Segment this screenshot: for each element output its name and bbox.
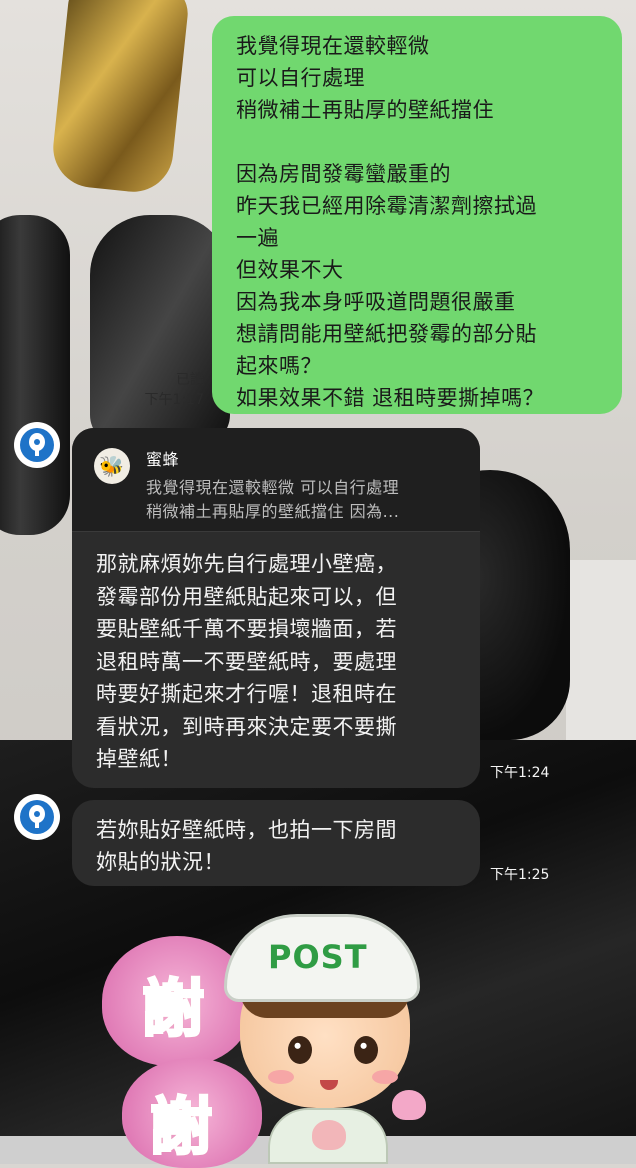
thank-you-sticker[interactable]: 謝 謝 POST [92,908,432,1168]
cartoon-eye [354,1036,378,1064]
gold-balloon-decoration [49,0,191,196]
incoming-reply-bubble[interactable]: 🐝 蜜蜂 我覺得現在還較輕微 可以自行處理 稍微補土再貼厚的壁紙擋住 因為...… [72,428,480,788]
message-text: 因為房間發霉蠻嚴重的 昨天我已經用除霉清潔劑擦拭過 一遍 但效果不大 因為我本身… [236,162,545,410]
quoted-sender-name: 蜜蜂 [146,450,180,469]
message-text: 若妳貼好壁紙時，也拍一下房間 妳貼的狀況！ [96,818,397,874]
incoming-message-bubble[interactable]: 若妳貼好壁紙時，也拍一下房間 妳貼的狀況！ [72,800,480,886]
read-status: 已讀 [176,372,204,388]
heart-hands-icon [312,1120,346,1150]
message-time: 下午1:17 [144,392,204,408]
outgoing-message-bubble[interactable]: 我覺得現在還較輕微 可以自行處理 稍微補土再貼厚的壁紙擋住 因為房間發霉蠻嚴重的… [212,16,622,414]
avatar-icon [20,800,54,834]
quoted-reply[interactable]: 🐝 蜜蜂 我覺得現在還較輕微 可以自行處理 稍微補土再貼厚的壁紙擋住 因為... [72,428,480,532]
message-text: 我覺得現在還較輕微 可以自行處理 稍微補土再貼厚的壁紙擋住 [236,34,494,122]
message-time: 下午1:25 [490,867,550,883]
black-balloon-decoration [90,215,230,445]
message-time: 下午1:24 [490,765,550,781]
sticker-text: 謝 [148,1089,213,1165]
black-balloon-decoration [0,215,70,535]
contact-avatar[interactable] [14,422,60,468]
cartoon-cheek [268,1070,294,1084]
contact-avatar[interactable] [14,794,60,840]
message-meta: 已讀 下午1:17 [145,370,204,410]
cartoon-cheek [372,1070,398,1084]
message-text: 那就麻煩妳先自行處理小壁癌， 發霉部份用壁紙貼起來可以，但 要貼壁紙千萬不要損壞… [96,552,397,771]
quoted-text: 我覺得現在還較輕微 可以自行處理 稍微補土再貼厚的壁紙擋住 因為... [146,478,400,521]
cap-logo-text: POST [268,938,368,976]
cartoon-eye [288,1036,312,1064]
avatar-icon [20,428,54,462]
bee-avatar-icon: 🐝 [94,448,130,484]
sticker-text: 謝 [140,971,205,1047]
heart-icon [392,1090,426,1120]
